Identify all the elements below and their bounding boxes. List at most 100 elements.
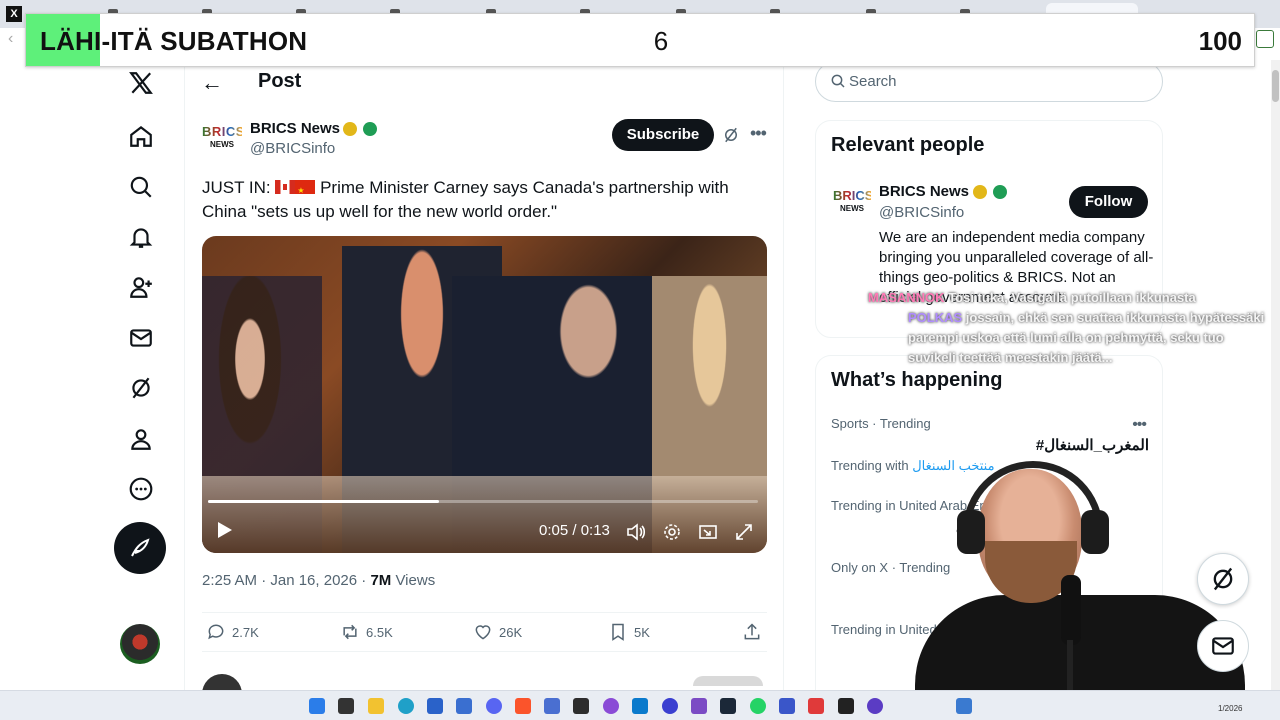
repost-button[interactable]: 6.5K (340, 622, 393, 642)
vscode-icon[interactable] (632, 698, 648, 714)
start-icon[interactable] (309, 698, 325, 714)
grok-floating-button[interactable] (1197, 553, 1249, 605)
trend-item[interactable]: Sports · Trending #المغرب_السنغال (831, 416, 1149, 454)
search-icon (831, 74, 845, 88)
share-icon (744, 623, 760, 640)
brave-icon[interactable] (515, 698, 531, 714)
chat-message: MASANNOK Tosi tuka, Vasigallä putoillaan… (868, 288, 1273, 308)
messages-icon[interactable] (126, 323, 156, 353)
stream-chat-overlay: MASANNOK Tosi tuka, Vasigallä putoillaan… (868, 288, 1273, 368)
subathon-goal: 100 (1198, 26, 1242, 56)
play-icon[interactable] (216, 520, 234, 540)
tweet-prefix: JUST IN: (202, 178, 271, 197)
post-action-bar: 2.7K 6.5K 26K 5K (202, 612, 767, 652)
bookmark-button[interactable]: 5K (608, 622, 650, 642)
browser-back-icon[interactable]: ‹ (8, 30, 13, 48)
bookmark-count: 5K (634, 624, 650, 640)
author-name[interactable]: BRICS News (250, 120, 340, 137)
account-avatar[interactable] (120, 624, 160, 664)
app-icon[interactable] (867, 698, 883, 714)
more-icon[interactable] (126, 474, 156, 504)
x-tab-icon[interactable]: X (6, 6, 22, 22)
page-scrollbar[interactable] (1271, 60, 1280, 690)
tray-icon[interactable] (956, 698, 972, 714)
save-icon[interactable] (779, 698, 795, 714)
back-arrow-icon[interactable]: ← (201, 70, 223, 96)
bookmark-icon (612, 623, 624, 641)
more-options-icon[interactable]: ••• (750, 123, 767, 144)
post-timestamp: 2:25 AM · Jan 16, 2026 · 7M Views (202, 572, 435, 589)
fullscreen-icon[interactable] (734, 522, 754, 542)
chat-username: POLKAS (908, 310, 963, 325)
app-icon[interactable] (603, 698, 619, 714)
volume-icon[interactable] (626, 522, 646, 542)
canada-flag-icon (275, 180, 296, 194)
share-button[interactable] (742, 622, 762, 642)
visual-studio-icon[interactable] (691, 698, 707, 714)
main-column: ← Post BRICS NEWS BRICS News @BRICSinfo … (184, 60, 784, 700)
terminal-icon[interactable] (573, 698, 589, 714)
person-handle[interactable]: @BRICSinfo (879, 204, 964, 221)
discord-icon[interactable] (486, 698, 502, 714)
app-icon[interactable] (808, 698, 824, 714)
chat-text: Tosi tuka, Vasigallä putoillaan ikkunast… (948, 290, 1196, 305)
video-scrubber-progress (208, 500, 439, 503)
subathon-overlay: LÄHI-ITÄ SUBATHON 6 100 (25, 13, 1255, 67)
heart-icon (475, 625, 491, 640)
app-icon[interactable] (838, 698, 854, 714)
edge-icon[interactable] (398, 698, 414, 714)
affiliate-badge-icon (363, 122, 377, 136)
app-icon[interactable] (456, 698, 472, 714)
like-count: 26K (499, 624, 523, 640)
grok-icon[interactable] (722, 126, 740, 144)
profile-icon[interactable] (126, 424, 156, 454)
person-name[interactable]: BRICS News (879, 183, 969, 200)
task-view-icon[interactable] (338, 698, 354, 714)
follow-icon[interactable] (126, 272, 156, 302)
notes-icon[interactable] (544, 698, 560, 714)
subathon-current: 6 (653, 26, 669, 56)
x-logo-icon[interactable] (126, 68, 156, 98)
search-box[interactable]: Search (815, 61, 1163, 102)
chat-text: jossain, ehkä sen suattaa ikkunasta hypä… (908, 310, 1265, 365)
follow-button[interactable]: Follow (1069, 186, 1148, 218)
reply-button-partial[interactable] (693, 676, 763, 686)
author-handle[interactable]: @BRICSinfo (250, 140, 335, 157)
sidebar-toggle-icon[interactable] (1256, 30, 1274, 48)
windows-taskbar: 1/2026 (0, 690, 1280, 720)
video-player[interactable]: 0:05 / 0:13 (202, 236, 767, 553)
scrollbar-thumb[interactable] (1272, 70, 1279, 102)
subscribe-button[interactable]: Subscribe (612, 119, 714, 151)
obs-icon[interactable] (662, 698, 678, 714)
affiliate-badge-icon (993, 185, 1007, 199)
messages-floating-button[interactable] (1197, 620, 1249, 672)
notifications-icon[interactable] (126, 222, 156, 252)
taskbar-date: 1/2026 (1218, 704, 1243, 713)
steam-icon[interactable] (720, 698, 736, 714)
search-icon[interactable] (126, 172, 156, 202)
compose-post-button[interactable] (114, 522, 166, 574)
chat-message: POLKAS jossain, ehkä sen suattaa ikkunas… (868, 308, 1273, 368)
home-icon[interactable] (126, 121, 156, 151)
video-scrubber[interactable] (208, 500, 758, 503)
like-button[interactable]: 26K (473, 622, 522, 642)
avatar-subtext: NEWS (210, 140, 234, 149)
page-title: Post (258, 70, 302, 92)
timestamp-text[interactable]: 2:25 AM · Jan 16, 2026 · (202, 572, 370, 589)
author-avatar[interactable]: BRICS NEWS (202, 125, 244, 153)
views-count: 7M (370, 572, 392, 589)
whatsapp-icon[interactable] (750, 698, 766, 714)
reply-button[interactable]: 2.7K (206, 622, 259, 642)
settings-gear-icon[interactable] (662, 522, 682, 542)
store-icon[interactable] (427, 698, 443, 714)
picture-in-picture-icon[interactable] (698, 522, 718, 542)
messages-icon (1212, 637, 1234, 655)
tweet-text: JUST IN: Prime Minister Carney says Cana… (202, 176, 762, 224)
file-explorer-icon[interactable] (368, 698, 384, 714)
person-avatar[interactable]: BRICS NEWS (833, 189, 873, 217)
repost-count: 6.5K (366, 624, 393, 640)
search-placeholder: Search (849, 73, 897, 90)
reply-icon (208, 624, 224, 640)
grok-icon[interactable] (126, 373, 156, 403)
chat-username: MASANNOK (868, 290, 945, 305)
